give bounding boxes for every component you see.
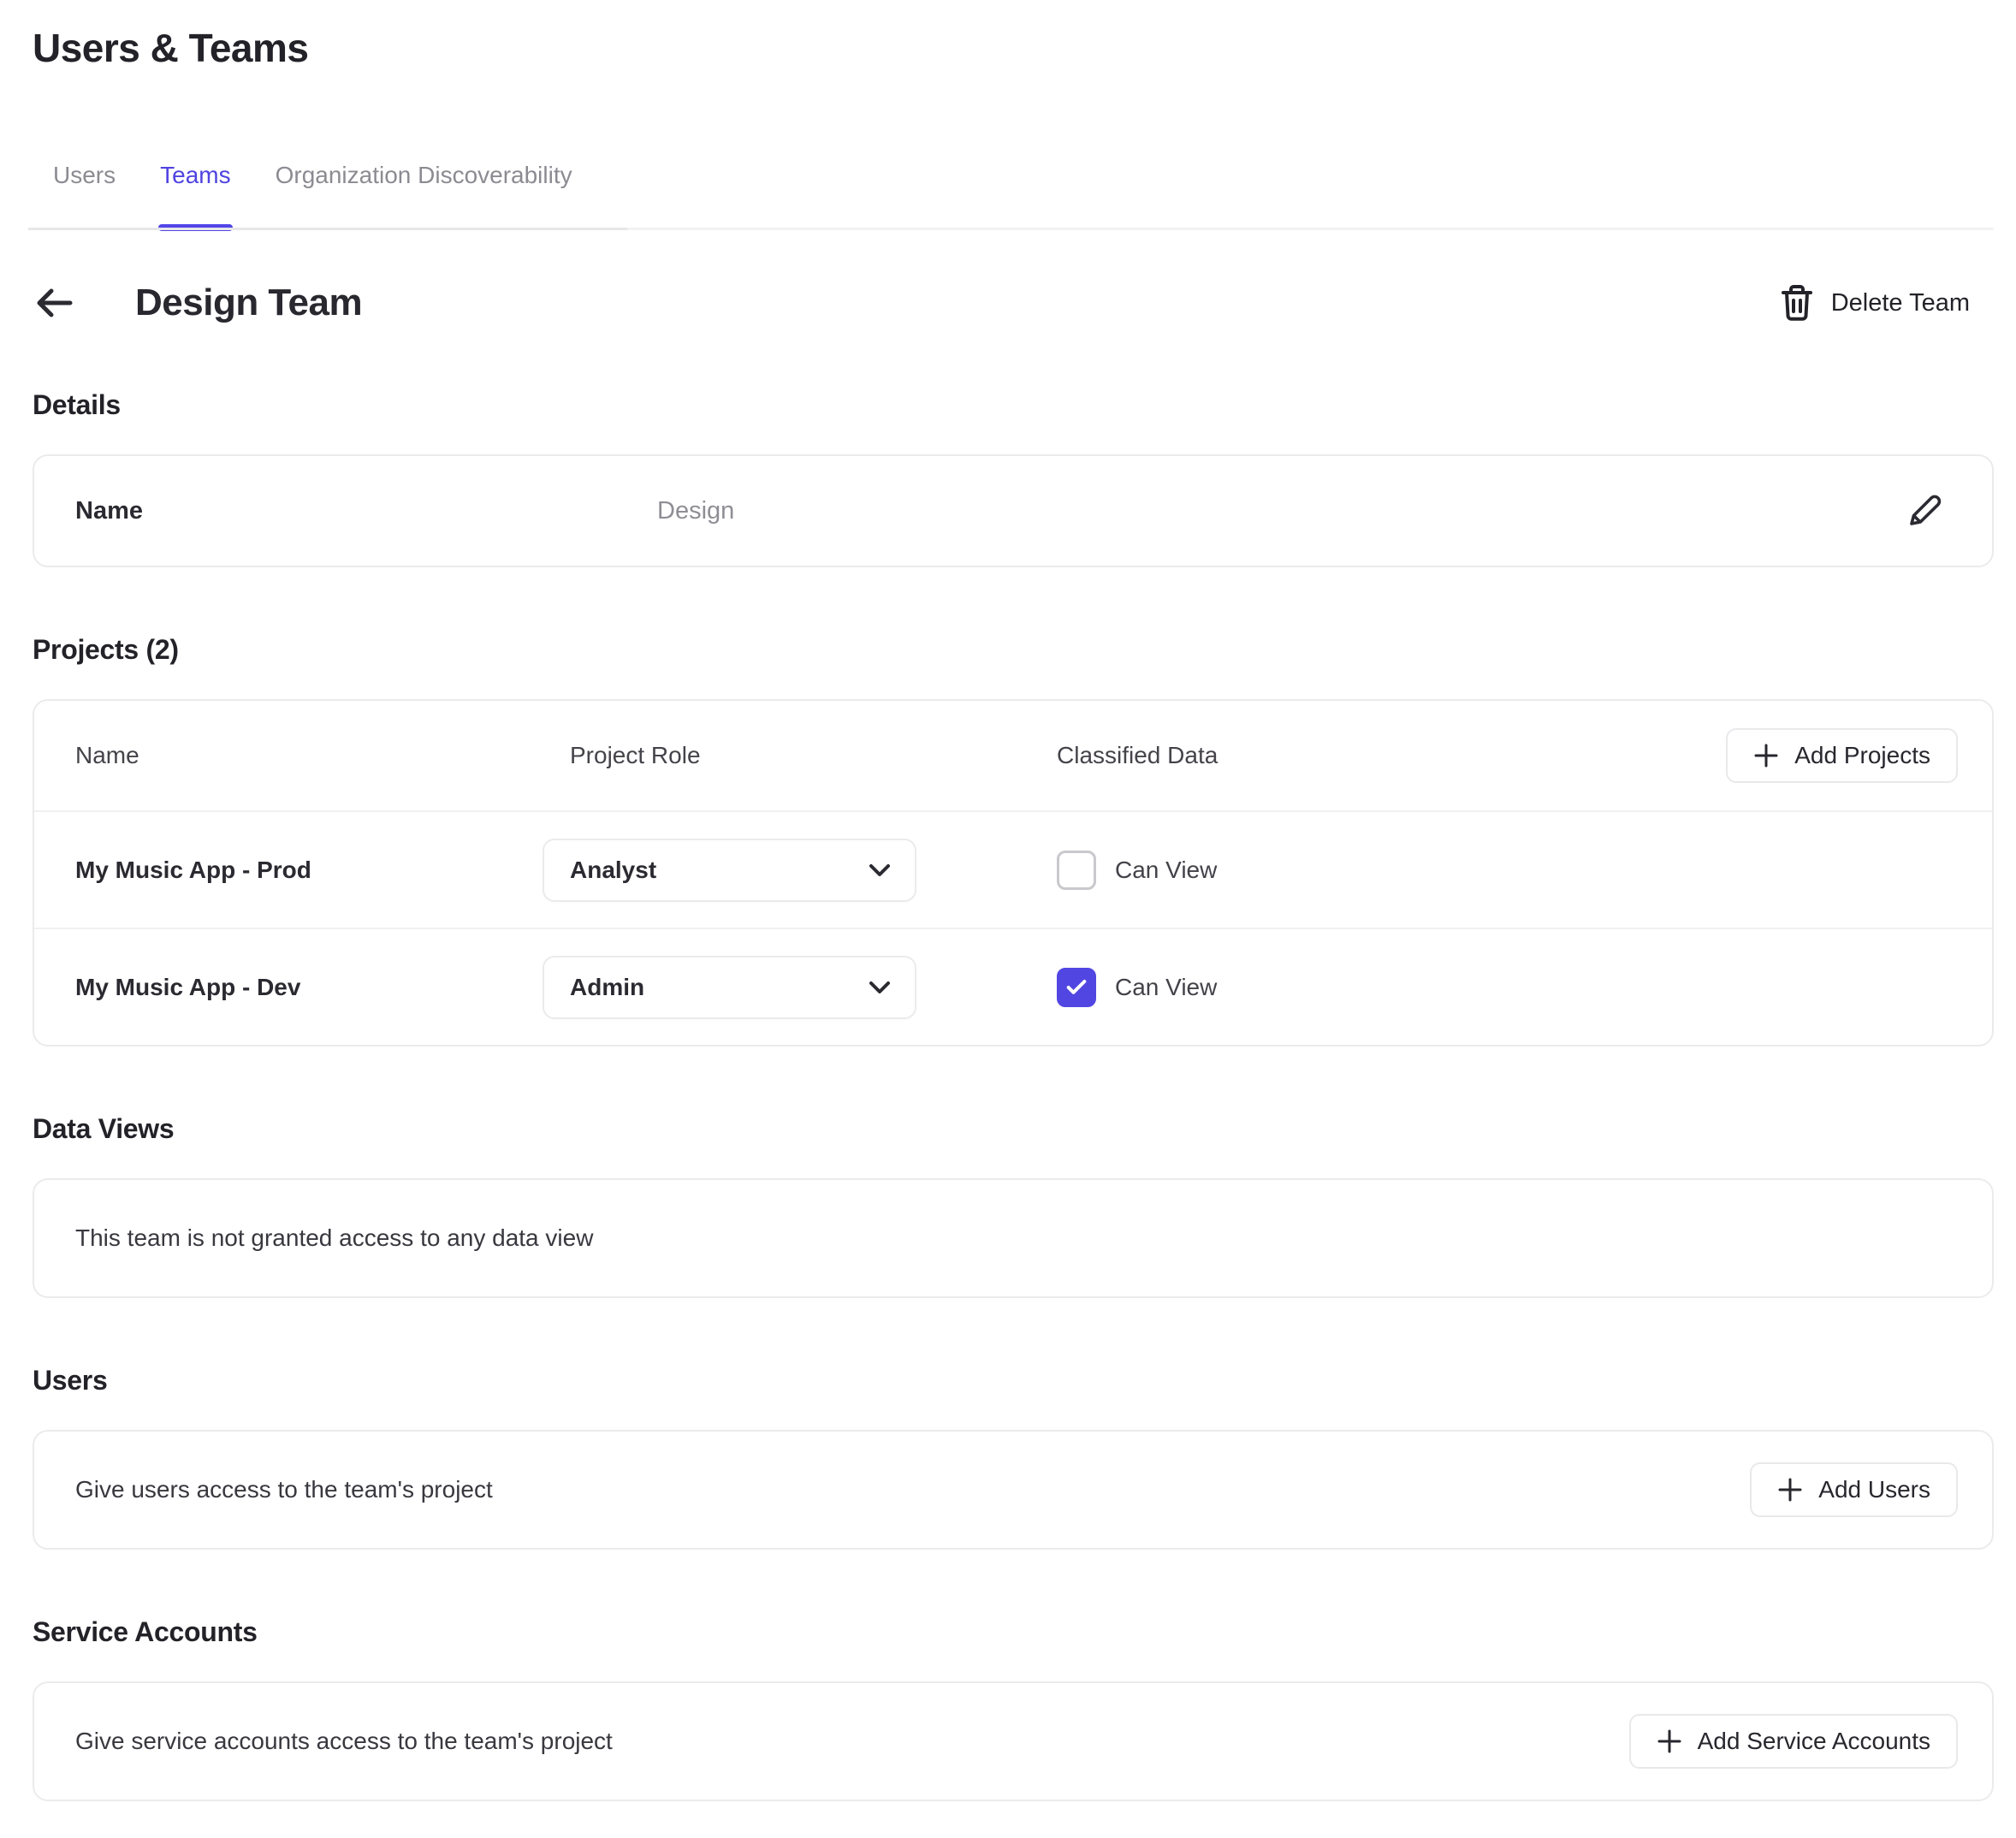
data-views-empty-text: This team is not granted access to any d… [75, 1224, 1958, 1252]
projects-table: Name Project Role Classified Data Add Pr… [33, 699, 1994, 1046]
details-card: Name Design [33, 454, 1994, 567]
details-heading: Details [33, 388, 1994, 422]
classified-data-cell: Can View [1057, 968, 1958, 1007]
project-row: My Music App - Prod Analyst Can View [34, 810, 1992, 928]
name-value: Design [657, 497, 1905, 525]
projects-table-header: Name Project Role Classified Data Add Pr… [34, 701, 1992, 810]
project-row: My Music App - Dev Admin Can View [34, 928, 1992, 1045]
chevron-down-icon [869, 981, 891, 994]
tab-organization-discoverability[interactable]: Organization Discoverability [276, 161, 572, 190]
users-heading: Users [33, 1363, 1994, 1397]
data-views-card: This team is not granted access to any d… [33, 1178, 1994, 1298]
delete-team-button[interactable]: Delete Team [1780, 284, 1970, 322]
project-name: My Music App - Prod [75, 857, 543, 884]
service-accounts-heading: Service Accounts [33, 1615, 1994, 1649]
projects-heading: Projects (2) [33, 632, 1994, 667]
project-role-select[interactable]: Admin [543, 956, 916, 1019]
plus-icon [1753, 743, 1779, 768]
project-name: My Music App - Dev [75, 974, 543, 1001]
add-projects-button[interactable]: Add Projects [1726, 728, 1958, 783]
back-button[interactable] [33, 284, 115, 322]
column-classified-data: Classified Data [1057, 742, 1726, 769]
page: Users & Teams Users Teams Organization D… [33, 24, 1994, 1801]
plus-icon [1657, 1728, 1682, 1754]
tab-users[interactable]: Users [53, 161, 116, 190]
delete-team-label: Delete Team [1831, 289, 1970, 317]
users-card: Give users access to the team's project … [33, 1430, 1994, 1550]
service-accounts-card: Give service accounts access to the team… [33, 1681, 1994, 1801]
service-accounts-empty-text: Give service accounts access to the team… [75, 1728, 1629, 1755]
classified-data-cell: Can View [1057, 851, 1958, 890]
edit-name-button[interactable] [1905, 491, 1944, 531]
arrow-left-icon [33, 284, 77, 322]
column-project-role: Project Role [543, 742, 916, 769]
can-view-label: Can View [1115, 974, 1217, 1001]
data-views-heading: Data Views [33, 1112, 1994, 1146]
plus-icon [1777, 1477, 1803, 1503]
page-title: Users & Teams [33, 24, 1994, 72]
users-empty-text: Give users access to the team's project [75, 1476, 1750, 1503]
name-label: Name [75, 497, 657, 525]
tab-teams[interactable]: Teams [160, 161, 230, 190]
team-title: Design Team [135, 279, 362, 327]
can-view-checkbox[interactable] [1057, 968, 1096, 1007]
trash-icon [1780, 284, 1814, 322]
team-header: Design Team Delete Team [33, 278, 1994, 328]
tab-bar: Users Teams Organization Discoverability [33, 161, 1994, 230]
tab-bar-divider [33, 228, 1994, 230]
project-role-select[interactable]: Analyst [543, 839, 916, 902]
column-name: Name [75, 742, 543, 769]
pencil-icon [1905, 491, 1944, 531]
add-users-button[interactable]: Add Users [1750, 1462, 1958, 1517]
chevron-down-icon [869, 863, 891, 877]
can-view-checkbox[interactable] [1057, 851, 1096, 890]
add-service-accounts-button[interactable]: Add Service Accounts [1629, 1714, 1958, 1769]
can-view-label: Can View [1115, 857, 1217, 884]
